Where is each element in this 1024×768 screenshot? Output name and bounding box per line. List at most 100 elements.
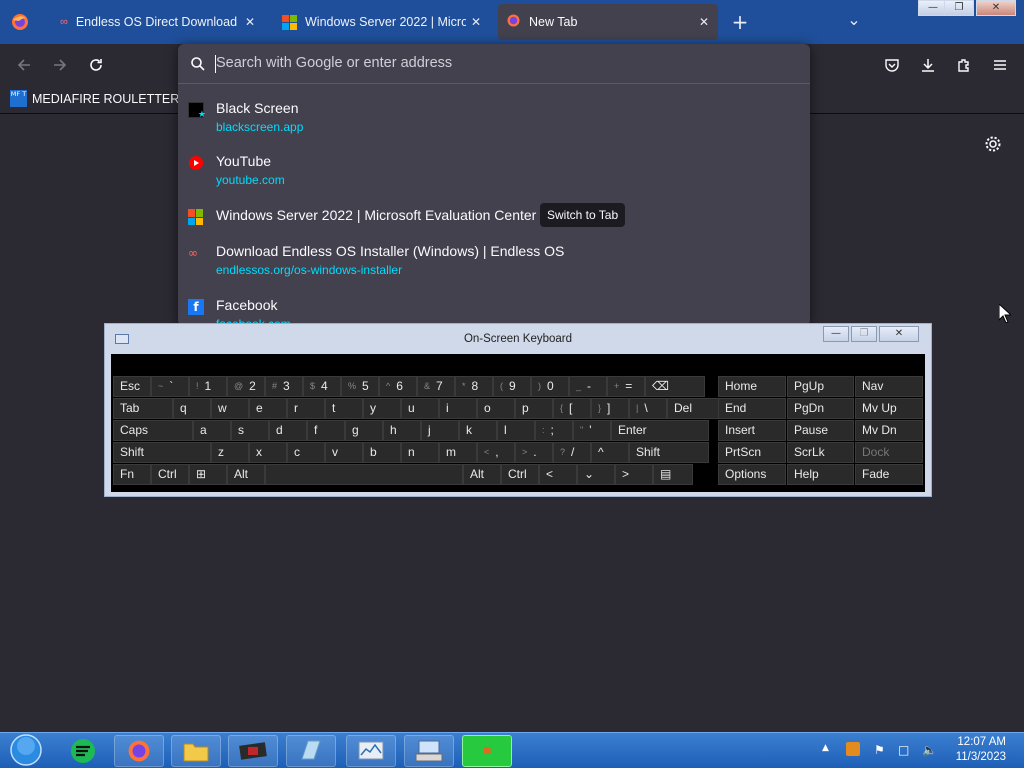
key-2-11[interactable]: " ' (573, 420, 611, 441)
key-0-9[interactable]: * 8 (455, 376, 493, 397)
key-2-12[interactable]: Enter (611, 420, 709, 441)
nav-key-dock[interactable]: Dock (855, 442, 923, 463)
key-1-0[interactable]: Tab (113, 398, 173, 419)
file-explorer-icon[interactable] (171, 735, 221, 767)
key-0-10[interactable]: (9 (493, 376, 531, 397)
key-2-1[interactable]: a (193, 420, 231, 441)
close-icon[interactable]: ✕ (694, 15, 714, 29)
reload-icon[interactable] (83, 52, 109, 78)
nav-key-scrlk[interactable]: ScrLk (787, 442, 854, 463)
settings-gear-icon[interactable] (984, 135, 1002, 153)
address-bar[interactable]: Search with Google or enter address (178, 44, 810, 84)
firefox-icon[interactable] (10, 12, 30, 32)
nav-key-mv-dn[interactable]: Mv Dn (855, 420, 923, 441)
nav-key-nav[interactable]: Nav (855, 376, 923, 397)
new-tab-button[interactable]: + (728, 10, 752, 34)
key-4-2[interactable]: ⊞ (189, 464, 227, 485)
key-1-3[interactable]: e (249, 398, 287, 419)
key-1-10[interactable]: p (515, 398, 553, 419)
key-1-1[interactable]: q (173, 398, 211, 419)
key-0-7[interactable]: ^ 6 (379, 376, 417, 397)
key-0-3[interactable]: @2 (227, 376, 265, 397)
menu-icon[interactable] (987, 52, 1013, 78)
osk-icon[interactable] (404, 735, 454, 767)
key-0-1[interactable]: ~ ` (151, 376, 189, 397)
key-2-5[interactable]: g (345, 420, 383, 441)
nav-key-mv-up[interactable]: Mv Up (855, 398, 923, 419)
network-icon[interactable]: □ (898, 743, 909, 757)
close-button[interactable]: ✕ (879, 326, 919, 342)
key-3-8[interactable]: <, (477, 442, 515, 463)
key-0-6[interactable]: % 5 (341, 376, 379, 397)
key-2-10[interactable]: :; (535, 420, 573, 441)
result-endless[interactable]: ∞ Download Endless OS Installer (Windows… (188, 243, 800, 279)
list-all-tabs-button[interactable]: ⌄ (842, 10, 866, 34)
system-clock[interactable]: 12:07 AM 11/3/2023 (956, 735, 1006, 765)
back-icon[interactable] (11, 52, 37, 78)
key-2-6[interactable]: h (383, 420, 421, 441)
app-icon[interactable] (286, 735, 336, 767)
task-manager-icon[interactable] (346, 735, 396, 767)
key-4-0[interactable]: Fn (113, 464, 151, 485)
nav-key-insert[interactable]: Insert (718, 420, 786, 441)
extensions-icon[interactable] (951, 52, 977, 78)
key-3-12[interactable]: Shift (629, 442, 709, 463)
tab-windows-server[interactable]: Windows Server 2022 | Microso ✕ (274, 4, 490, 40)
key-0-0[interactable]: Esc (113, 376, 151, 397)
key-1-2[interactable]: w (211, 398, 249, 419)
media-icon[interactable] (228, 735, 278, 767)
nav-key-help[interactable]: Help (787, 464, 854, 485)
key-3-9[interactable]: >. (515, 442, 553, 463)
key-2-0[interactable]: Caps (113, 420, 193, 441)
nav-key-pgup[interactable]: PgUp (787, 376, 854, 397)
key-0-5[interactable]: $4 (303, 376, 341, 397)
minimize-button[interactable]: — (823, 326, 849, 342)
show-hidden-icons-button[interactable]: ▲ (822, 743, 829, 753)
key-2-3[interactable]: d (269, 420, 307, 441)
key-1-8[interactable]: i (439, 398, 477, 419)
key-3-5[interactable]: b (363, 442, 401, 463)
key-2-2[interactable]: s (231, 420, 269, 441)
switch-to-tab-button[interactable]: Switch to Tab (540, 203, 626, 227)
nav-key-pgdn[interactable]: PgDn (787, 398, 854, 419)
nav-key-prtscn[interactable]: PrtScn (718, 442, 786, 463)
close-window-button[interactable]: ✕ (976, 0, 1016, 16)
key-3-6[interactable]: n (401, 442, 439, 463)
downloads-icon[interactable] (915, 52, 941, 78)
tab-endless[interactable]: ∞ Endless OS Direct Download | E ✕ (52, 4, 264, 40)
nav-key-end[interactable]: End (718, 398, 786, 419)
key-1-14[interactable]: Del (667, 398, 725, 419)
key-3-7[interactable]: m (439, 442, 477, 463)
key-4-7[interactable]: < (539, 464, 577, 485)
key-1-12[interactable]: }] (591, 398, 629, 419)
close-icon[interactable]: ✕ (240, 15, 260, 29)
maximize-button[interactable]: ❐ (944, 0, 974, 16)
tab-new-tab[interactable]: New Tab ✕ (498, 4, 718, 40)
key-4-8[interactable]: ⌄ (577, 464, 615, 485)
result-youtube[interactable]: YouTube youtube.com (188, 153, 800, 189)
key-4-1[interactable]: Ctrl (151, 464, 189, 485)
key-3-1[interactable]: z (211, 442, 249, 463)
nav-key-pause[interactable]: Pause (787, 420, 854, 441)
key-1-9[interactable]: o (477, 398, 515, 419)
nav-key-home[interactable]: Home (718, 376, 786, 397)
key-4-9[interactable]: > (615, 464, 653, 485)
action-center-flag-icon[interactable]: ⚑ (874, 743, 885, 757)
key-3-3[interactable]: c (287, 442, 325, 463)
key-1-4[interactable]: r (287, 398, 325, 419)
result-blackscreen[interactable]: ★ Black Screen blackscreen.app (188, 100, 800, 136)
key-0-4[interactable]: #3 (265, 376, 303, 397)
result-windows-server[interactable]: Windows Server 2022 | Microsoft Evaluati… (188, 203, 800, 231)
key-0-8[interactable]: & 7 (417, 376, 455, 397)
key-4-10[interactable]: ▤ (653, 464, 693, 485)
start-orb[interactable] (6, 733, 46, 767)
key-0-11[interactable]: ) 0 (531, 376, 569, 397)
key-3-0[interactable]: Shift (113, 442, 211, 463)
nav-key-options[interactable]: Options (718, 464, 786, 485)
forward-icon[interactable] (47, 52, 73, 78)
firefox-icon[interactable] (114, 735, 164, 767)
key-3-11[interactable]: ^ (591, 442, 629, 463)
key-4-3[interactable]: Alt (227, 464, 265, 485)
pocket-icon[interactable] (879, 52, 905, 78)
bookmark-mediafire[interactable]: MF T MEDIAFIRE ROULETTER (10, 90, 179, 107)
